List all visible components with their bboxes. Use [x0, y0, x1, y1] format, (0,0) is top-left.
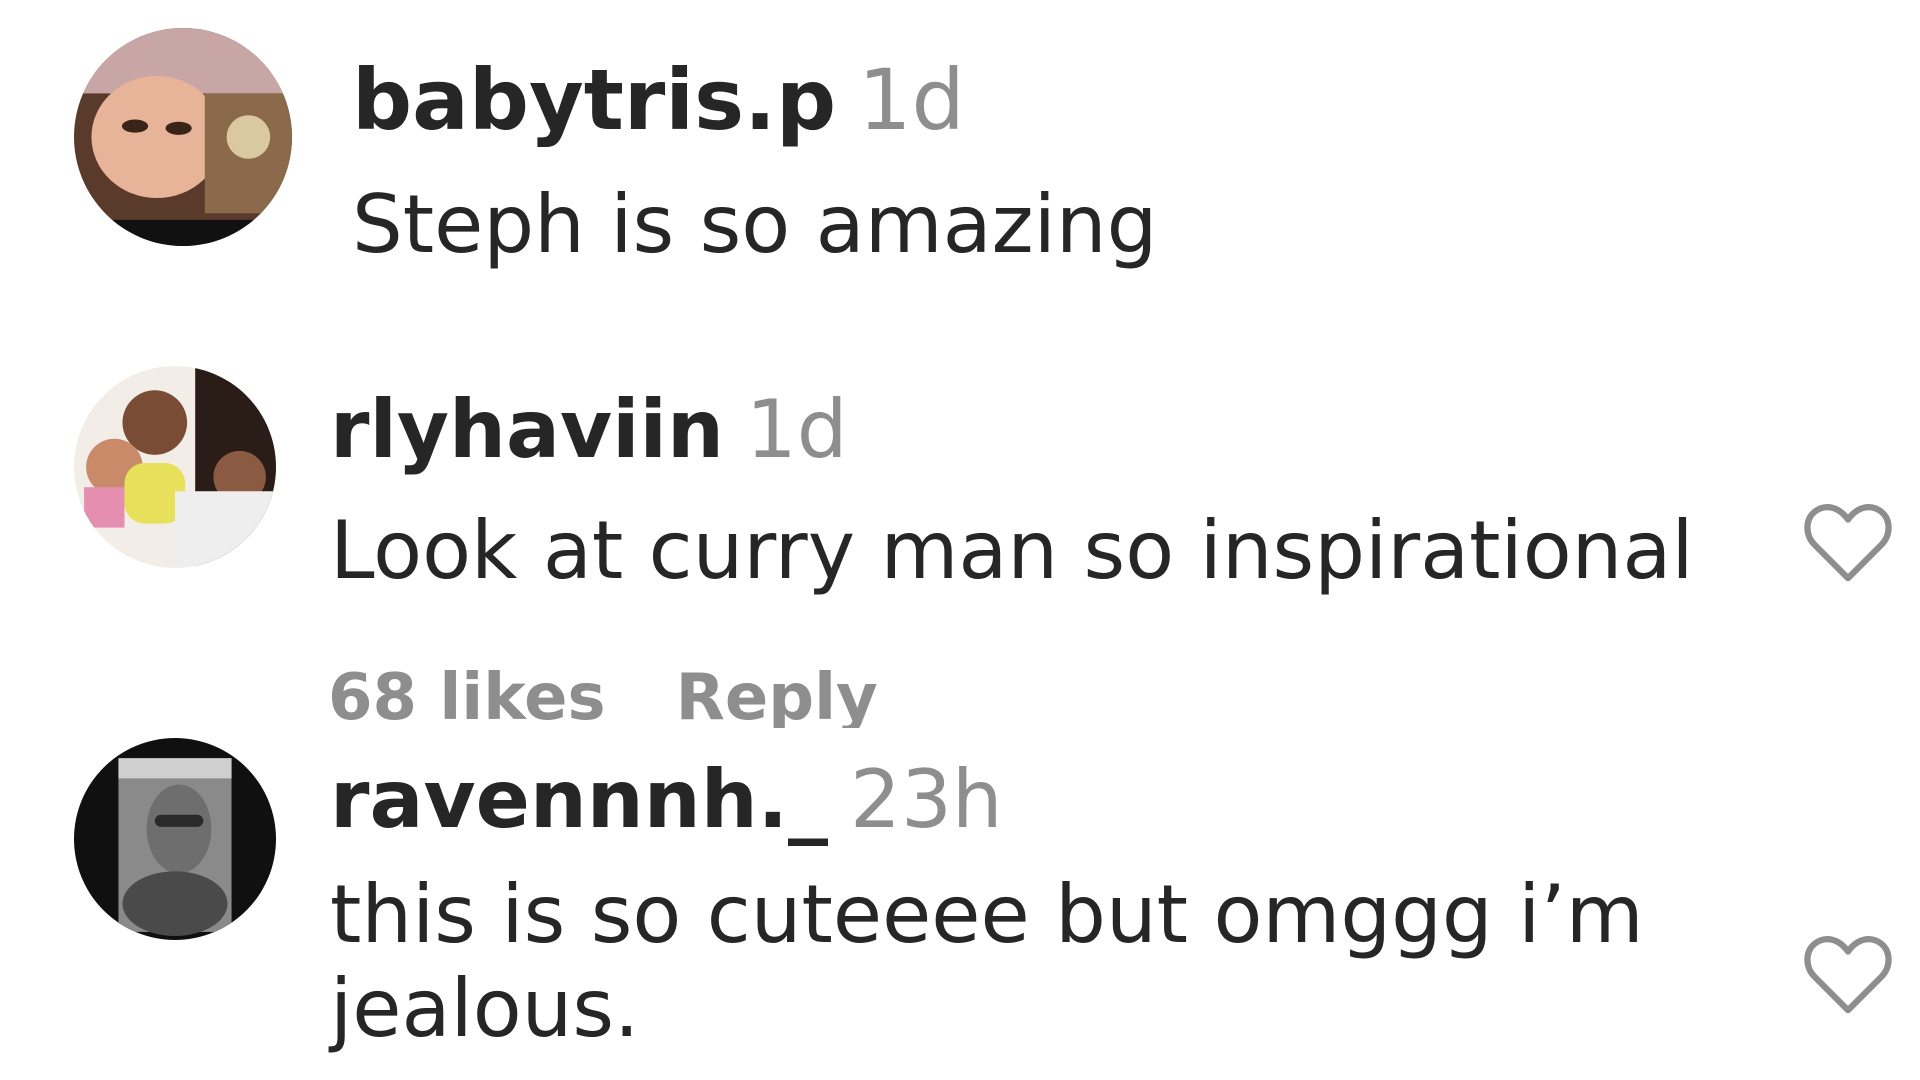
comment-text: Look at curry man so inspirational: [330, 504, 1694, 597]
comment-text: this is so cuteeee but omggg i’m jealous…: [330, 868, 1644, 1055]
username-link[interactable]: ravennnh._: [330, 753, 828, 846]
username-link[interactable]: babytris.p: [352, 51, 836, 149]
heart-outline-icon: [1804, 504, 1892, 582]
comment-text: Steph is so amazing: [352, 178, 1158, 271]
comment-header: ravennnh._ 23h: [330, 760, 1003, 840]
avatar[interactable]: [74, 28, 292, 246]
avatar-photo-icon: [74, 738, 276, 940]
heart-outline-icon: [1804, 936, 1892, 1014]
comment-time[interactable]: 1d: [858, 51, 965, 149]
comment-header: babytris.p 1d: [352, 58, 965, 142]
hidden-meta-row: [340, 356, 1040, 366]
reply-button[interactable]: Reply: [676, 666, 878, 728]
username-link[interactable]: rlyhaviin: [330, 383, 724, 476]
like-button[interactable]: [1800, 932, 1896, 1018]
avatar-photo-icon: [74, 366, 276, 568]
comment-time[interactable]: 23h: [850, 753, 1003, 846]
likes-count[interactable]: 68 likes: [328, 666, 606, 728]
avatar-photo-icon: [74, 28, 292, 246]
comment-meta-row: 68 likes Reply: [328, 660, 928, 728]
comments-panel: babytris.p 1d Steph is so amazing rlyhavi…: [0, 0, 1920, 1080]
avatar[interactable]: [74, 738, 276, 940]
comment-time[interactable]: 1d: [746, 383, 848, 476]
comment-header: rlyhaviin 1d: [330, 390, 848, 470]
avatar[interactable]: [74, 366, 276, 568]
like-button[interactable]: [1800, 500, 1896, 586]
